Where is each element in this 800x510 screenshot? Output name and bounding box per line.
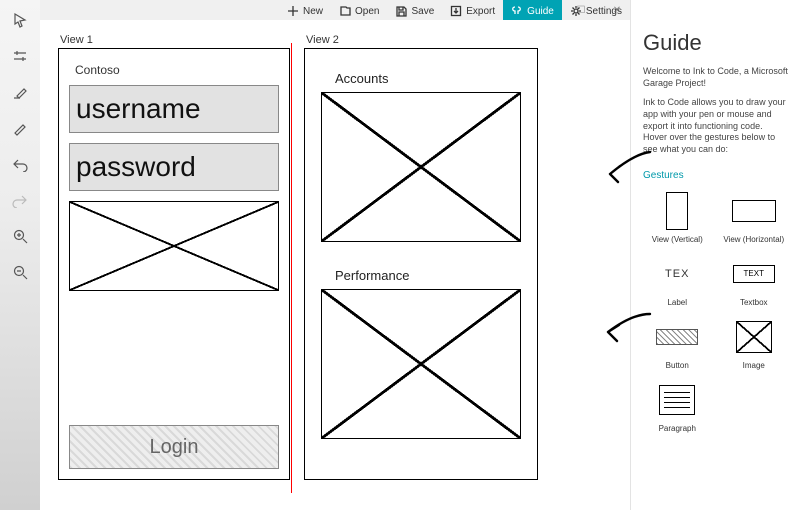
gesture-label: View (Vertical) <box>652 235 703 244</box>
gesture-image[interactable]: Image <box>720 317 789 370</box>
image-placeholder[interactable] <box>69 201 279 291</box>
gestures-heading: Gestures <box>643 170 788 181</box>
settings-button[interactable]: Settings <box>562 0 630 22</box>
gesture-view-vertical[interactable]: View (Vertical) <box>643 191 712 244</box>
username-text: username <box>76 93 201 125</box>
button-sample-icon <box>656 329 698 345</box>
cmd-label: Guide <box>527 6 554 17</box>
save-button[interactable]: Save <box>387 0 442 22</box>
selection-guide-line <box>291 43 293 493</box>
sliders-tool-icon[interactable] <box>10 46 30 66</box>
view-1: View 1 Contoso username password Login <box>58 34 290 502</box>
gesture-label: Textbox <box>740 298 768 307</box>
gesture-label: Label <box>667 298 687 307</box>
rect-vertical-icon <box>666 192 688 230</box>
image-placeholder[interactable] <box>321 92 521 242</box>
guide-button[interactable]: Guide <box>503 0 562 22</box>
cmd-label: Export <box>466 6 495 17</box>
new-button[interactable]: New <box>279 0 331 22</box>
main-area: New Open Save Export Guide Settings — ☐ … <box>40 0 630 510</box>
password-field[interactable]: password <box>69 143 279 191</box>
cmd-label: New <box>303 6 323 17</box>
left-toolbar <box>0 0 40 510</box>
gesture-grid: View (Vertical) View (Horizontal) TEX Lab… <box>643 191 788 433</box>
window-titlebar: New Open Save Export Guide Settings — ☐ … <box>40 0 630 20</box>
gesture-label: Button <box>666 361 689 370</box>
zoom-in-icon[interactable] <box>10 226 30 246</box>
annotation-arrow-icon <box>594 148 654 188</box>
guide-intro-2: Ink to Code allows you to draw your app … <box>643 97 788 155</box>
design-canvas[interactable]: View 1 Contoso username password Login V… <box>40 20 630 510</box>
login-label: Login <box>150 436 199 459</box>
gesture-view-horizontal[interactable]: View (Horizontal) <box>720 191 789 244</box>
cmd-label: Settings <box>586 6 622 17</box>
gesture-label: Image <box>743 361 765 370</box>
login-button[interactable]: Login <box>69 425 279 469</box>
view-2: View 2 Accounts Performance <box>304 34 538 502</box>
brand-label: Contoso <box>75 63 279 77</box>
gesture-label: Paragraph <box>659 424 696 433</box>
undo-icon[interactable] <box>10 154 30 174</box>
gesture-textbox[interactable]: TEXT Textbox <box>720 254 789 307</box>
zoom-out-icon[interactable] <box>10 262 30 282</box>
annotation-arrow-icon <box>594 308 654 348</box>
username-field[interactable]: username <box>69 85 279 133</box>
image-placeholder[interactable] <box>321 289 521 439</box>
eraser-tool-icon[interactable] <box>10 82 30 102</box>
guide-intro-1: Welcome to Ink to Code, a Microsoft Gara… <box>643 66 788 89</box>
view-1-label: View 1 <box>58 34 290 46</box>
view-2-label: View 2 <box>304 34 538 46</box>
gesture-label: View (Horizontal) <box>723 235 784 244</box>
cmd-label: Save <box>411 6 434 17</box>
redo-icon[interactable] <box>10 190 30 210</box>
top-command-bar: New Open Save Export Guide Settings <box>279 0 630 22</box>
guide-panel: Guide Welcome to Ink to Code, a Microsof… <box>630 0 800 510</box>
open-button[interactable]: Open <box>331 0 387 22</box>
image-sample-icon <box>736 321 772 353</box>
export-button[interactable]: Export <box>442 0 503 22</box>
view-2-frame[interactable]: Accounts Performance <box>304 48 538 480</box>
rect-horizontal-icon <box>732 200 776 222</box>
gesture-paragraph[interactable]: Paragraph <box>643 380 712 433</box>
section-accounts-label: Accounts <box>335 71 527 86</box>
cursor-tool-icon[interactable] <box>10 10 30 30</box>
gesture-label-item[interactable]: TEX Label <box>643 254 712 307</box>
textbox-sample-icon: TEXT <box>733 265 775 283</box>
pen-tool-icon[interactable] <box>10 118 30 138</box>
guide-title: Guide <box>643 30 788 56</box>
view-1-frame[interactable]: Contoso username password Login <box>58 48 290 480</box>
password-text: password <box>76 151 196 183</box>
label-sample-icon: TEX <box>665 268 689 280</box>
section-performance-label: Performance <box>335 268 527 283</box>
cmd-label: Open <box>355 6 379 17</box>
paragraph-sample-icon <box>659 385 695 415</box>
